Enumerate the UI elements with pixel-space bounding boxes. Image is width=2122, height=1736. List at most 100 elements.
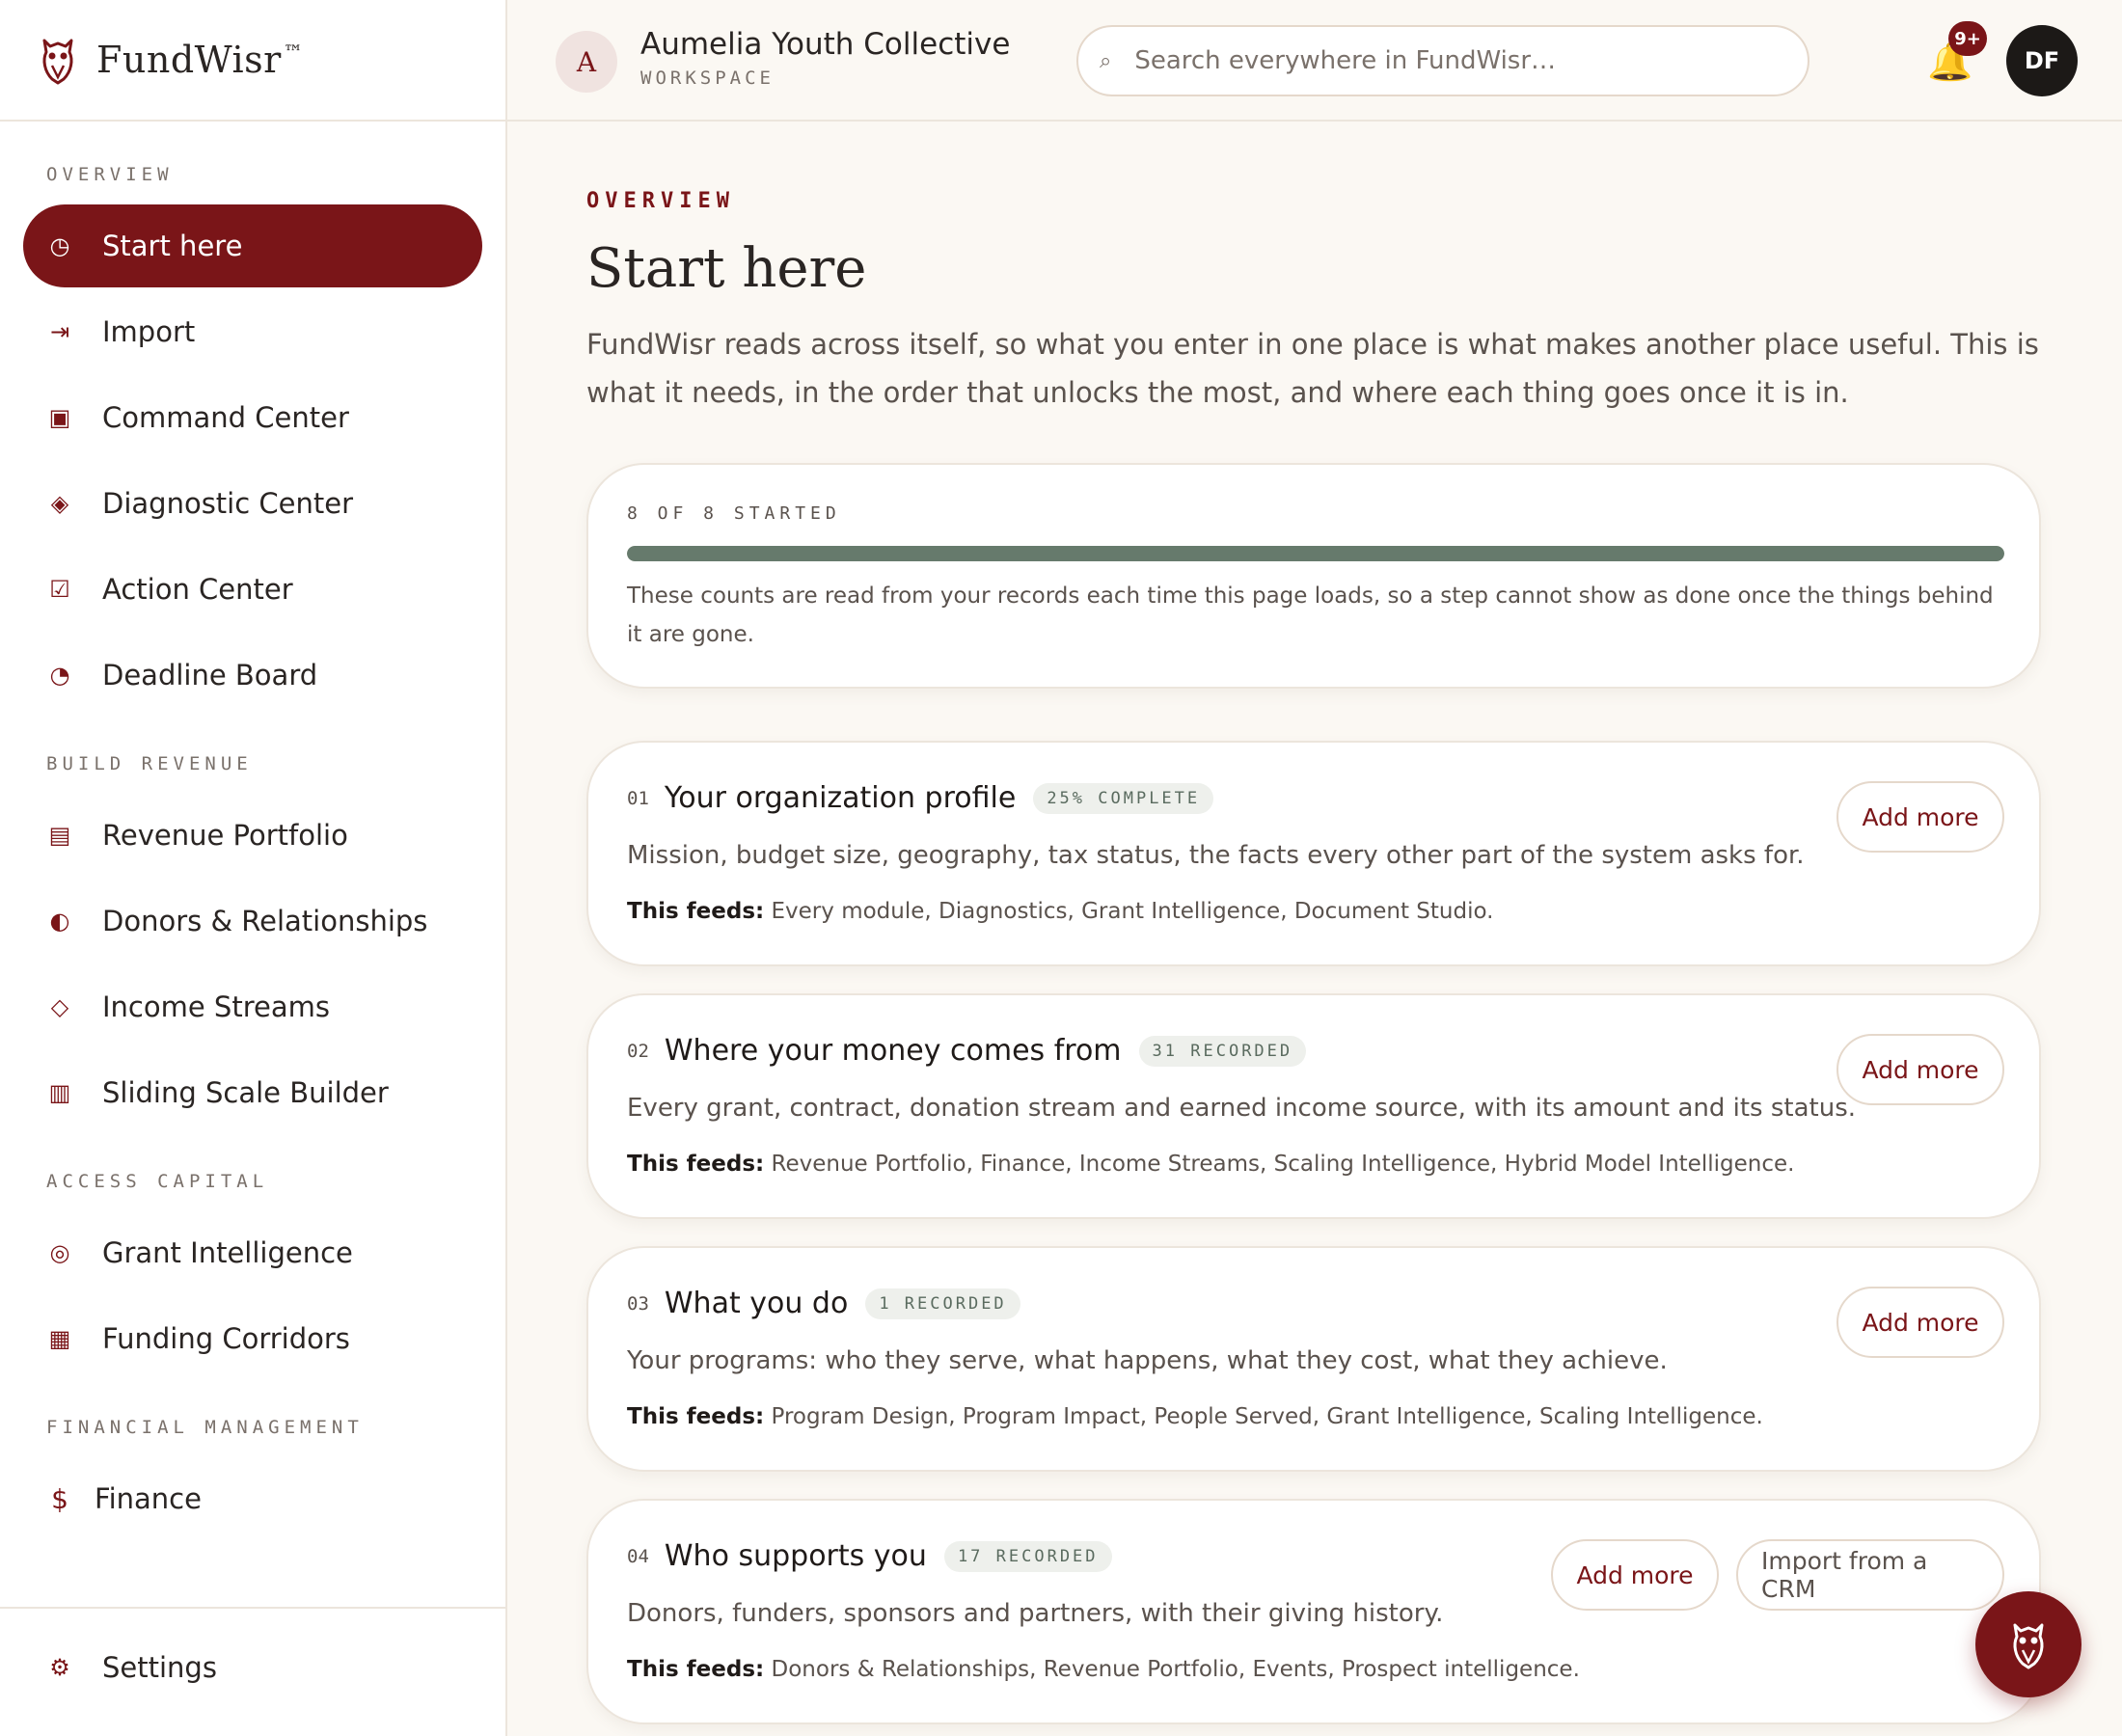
progress-bar <box>627 546 2004 561</box>
step-feeds: This feeds: Revenue Portfolio, Finance, … <box>627 1152 1794 1177</box>
sidebar-item-grant-intelligence[interactable]: ◎ Grant Intelligence <box>23 1211 482 1294</box>
step-description: Your programs: who they serve, what happ… <box>627 1346 1668 1375</box>
sidebar-item-income-streams[interactable]: ◇ Income Streams <box>23 965 482 1048</box>
list-icon: ▤ <box>48 822 71 849</box>
step-header: 04 Who supports you 17 RECORDED <box>627 1539 1112 1573</box>
add-more-button[interactable]: Add more <box>1836 1287 2004 1358</box>
import-arrow-icon: ⇥ <box>49 318 70 345</box>
sidebar-item-finance[interactable]: $ Finance <box>23 1457 482 1540</box>
sidebar-item-label: Command Center <box>102 401 349 434</box>
sidebar-item-label: Funding Corridors <box>102 1322 350 1355</box>
status-badge: 25% COMPLETE <box>1033 782 1214 814</box>
sidebar-item-donors-relationships[interactable]: ◐ Donors & Relationships <box>23 880 482 963</box>
step-feeds: This feeds: Program Design, Program Impa… <box>627 1404 1763 1429</box>
half-circle-icon: ◐ <box>49 908 70 935</box>
step-card: 01 Your organization profile 25% COMPLET… <box>586 741 2041 966</box>
sidebar: FundWisr ™ OVERVIEW ◷ Start here ⇥ Import… <box>0 0 507 1736</box>
feeds-list: Donors & Relationships, Revenue Portfoli… <box>771 1657 1580 1682</box>
progress-label: 8 OF 8 STARTED <box>627 503 841 524</box>
sidebar-item-label: Sliding Scale Builder <box>102 1076 389 1109</box>
topbar: A Aumelia Youth Collective WORKSPACE ⌕ 🔔… <box>507 0 2122 122</box>
step-description: Every grant, contract, donation stream a… <box>627 1094 1857 1123</box>
feeds-list: Revenue Portfolio, Finance, Income Strea… <box>771 1152 1795 1177</box>
feeds-list: Every module, Diagnostics, Grant Intelli… <box>771 899 1494 924</box>
dollar-icon: $ <box>51 1482 68 1515</box>
owl-logo-icon <box>42 39 73 85</box>
sidebar-item-label: Start here <box>102 230 243 262</box>
assistant-button[interactable] <box>1975 1591 2081 1697</box>
step-card: 04 Who supports you 17 RECORDED Donors, … <box>586 1499 2041 1724</box>
sidebar-item-label: Income Streams <box>102 990 330 1023</box>
nav-section-title: BUILD REVENUE <box>46 753 253 774</box>
feeds-label: This feeds: <box>627 899 765 924</box>
step-number: 01 <box>627 787 649 809</box>
progress-card: 8 OF 8 STARTED These counts are read fro… <box>586 463 2041 689</box>
sidebar-item-sliding-scale-builder[interactable]: ▥ Sliding Scale Builder <box>23 1051 482 1134</box>
workspace-avatar[interactable]: A <box>556 31 617 93</box>
sidebar-item-action-center[interactable]: ☑ Action Center <box>23 548 482 631</box>
sidebar-item-label: Diagnostic Center <box>102 487 353 520</box>
status-badge: 17 RECORDED <box>943 1540 1112 1572</box>
diamond-icon: ◈ <box>50 490 69 517</box>
step-header: 02 Where your money comes from 31 RECORD… <box>627 1034 1307 1068</box>
feeds-label: This feeds: <box>627 1152 765 1177</box>
add-more-button[interactable]: Add more <box>1551 1539 1719 1611</box>
brand[interactable]: FundWisr ™ <box>0 0 505 122</box>
page-eyebrow: OVERVIEW <box>586 189 735 213</box>
grid-icon: ▦ <box>48 1325 71 1352</box>
step-header: 03 What you do 1 RECORDED <box>627 1287 1020 1320</box>
sidebar-item-import[interactable]: ⇥ Import <box>23 290 482 373</box>
owl-icon <box>2013 1623 2044 1669</box>
search-icon: ⌕ <box>1100 48 1112 73</box>
sidebar-nav: OVERVIEW ◷ Start here ⇥ Import ▣ Command… <box>0 122 505 1540</box>
pie-icon: ◔ <box>49 662 70 689</box>
search-input[interactable] <box>1134 46 1772 75</box>
sidebar-item-label: Settings <box>102 1651 217 1684</box>
sidebar-item-diagnostic-center[interactable]: ◈ Diagnostic Center <box>23 462 482 545</box>
sidebar-item-start-here[interactable]: ◷ Start here <box>23 204 482 287</box>
step-feeds: This feeds: Every module, Diagnostics, G… <box>627 899 1493 924</box>
step-title: Your organization profile <box>664 781 1017 815</box>
status-badge: 1 RECORDED <box>865 1288 1020 1319</box>
feeds-label: This feeds: <box>627 1657 765 1682</box>
sidebar-item-label: Grant Intelligence <box>102 1236 353 1269</box>
step-number: 04 <box>627 1545 649 1567</box>
diamond-outline-icon: ◇ <box>50 993 69 1020</box>
sidebar-item-label: Donors & Relationships <box>102 905 428 937</box>
gear-icon: ⚙ <box>49 1654 70 1681</box>
search-box[interactable]: ⌕ <box>1076 25 1809 96</box>
workspace-label: WORKSPACE <box>640 68 775 89</box>
sidebar-item-funding-corridors[interactable]: ▦ Funding Corridors <box>23 1297 482 1380</box>
step-title: What you do <box>664 1287 849 1320</box>
nav-section-title: FINANCIAL MANAGEMENT <box>46 1417 364 1438</box>
add-more-button[interactable]: Add more <box>1836 781 2004 853</box>
notification-badge: 9+ <box>1948 21 1987 56</box>
sidebar-item-deadline-board[interactable]: ◔ Deadline Board <box>23 634 482 717</box>
add-more-button[interactable]: Add more <box>1836 1034 2004 1105</box>
target-icon: ◎ <box>49 1239 70 1266</box>
step-number: 02 <box>627 1040 649 1062</box>
sidebar-item-label: Deadline Board <box>102 659 318 692</box>
sidebar-item-label: Finance <box>95 1482 202 1515</box>
user-avatar[interactable]: DF <box>2006 25 2078 96</box>
import-from-crm-button[interactable]: Import from a CRM <box>1736 1539 2004 1611</box>
step-description: Mission, budget size, geography, tax sta… <box>627 841 1805 870</box>
sidebar-item-label: Action Center <box>102 573 293 606</box>
sidebar-item-label: Revenue Portfolio <box>102 819 348 852</box>
main-content: OVERVIEW Start here FundWisr reads acros… <box>507 123 2122 1736</box>
sidebar-footer: ⚙ Settings <box>0 1607 505 1736</box>
workspace-name[interactable]: Aumelia Youth Collective <box>640 27 1010 62</box>
brand-name: FundWisr ™ <box>96 39 304 81</box>
step-card: 03 What you do 1 RECORDED Your programs:… <box>586 1246 2041 1472</box>
sidebar-item-revenue-portfolio[interactable]: ▤ Revenue Portfolio <box>23 794 482 877</box>
progress-bar-fill <box>627 546 2004 561</box>
feeds-list: Program Design, Program Impact, People S… <box>771 1404 1763 1429</box>
sidebar-item-settings[interactable]: ⚙ Settings <box>23 1626 482 1709</box>
step-card: 02 Where your money comes from 31 RECORD… <box>586 993 2041 1219</box>
sidebar-item-command-center[interactable]: ▣ Command Center <box>23 376 482 459</box>
step-title: Who supports you <box>664 1539 927 1573</box>
page-intro: FundWisr reads across itself, so what yo… <box>586 328 2039 409</box>
sidebar-item-label: Import <box>102 315 196 348</box>
page-title: Start here <box>586 237 867 300</box>
columns-icon: ▥ <box>48 1079 71 1106</box>
